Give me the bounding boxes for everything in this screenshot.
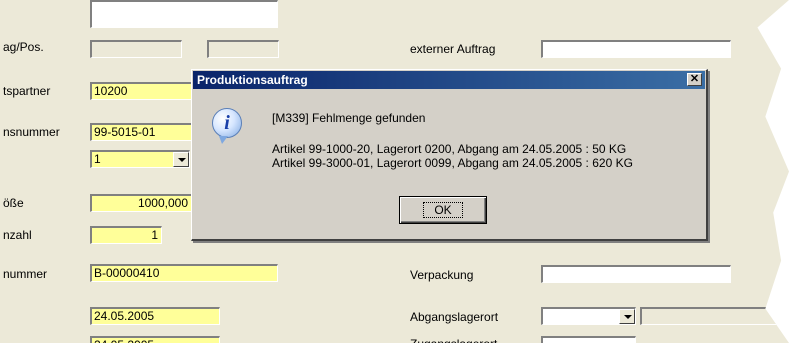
nummer1-input[interactable]: 99-5015-01 — [90, 123, 192, 141]
chevron-down-icon[interactable] — [619, 309, 635, 324]
ok-button[interactable]: OK — [399, 196, 487, 224]
dialog-title: Produktionsauftrag — [197, 73, 308, 87]
externer-auftrag-label: externer Auftrag — [410, 42, 496, 56]
close-icon[interactable]: ✕ — [687, 73, 702, 86]
date2-input[interactable]: 24.05.2005 — [90, 336, 220, 343]
abgangslagerort-desc — [640, 307, 780, 325]
verpackung-input[interactable] — [541, 265, 731, 283]
nummer2-input[interactable]: B-00000410 — [90, 264, 278, 282]
partner-input[interactable]: 10200 — [90, 82, 192, 100]
zugangslagerort-label: Zugangslagerort — [410, 337, 498, 351]
anzahl-input[interactable]: 1 — [90, 226, 162, 244]
groesse-input[interactable]: 1000,000 — [90, 194, 192, 212]
abgangslagerort-label: Abgangslagerort — [410, 310, 499, 324]
pos-field — [207, 40, 279, 58]
date1-input[interactable]: 24.05.2005 — [90, 307, 220, 325]
dialog-titlebar[interactable]: Produktionsauftrag ✕ — [193, 71, 705, 89]
abgangslagerort-select[interactable] — [541, 307, 636, 325]
zugangslagerort-select[interactable] — [541, 336, 636, 343]
combo1-value: 1 — [94, 152, 101, 166]
externer-auftrag-input[interactable] — [541, 40, 731, 58]
verpackung-label: Verpackung — [410, 268, 474, 282]
anzahl-label: nzahl — [3, 228, 32, 242]
top-field[interactable] — [90, 0, 278, 28]
message-code: [M339] Fehlmenge gefunden — [272, 111, 426, 125]
ok-button-label: OK — [423, 202, 463, 218]
partner-label: tspartner — [3, 84, 51, 98]
auftrag-pos-label: ag/Pos. — [3, 40, 44, 54]
message-line-2: Artikel 99-3000-01, Lagerort 0099, Abgan… — [272, 156, 633, 170]
nummer2-label: nummer — [3, 267, 48, 281]
chevron-down-icon[interactable] — [173, 152, 189, 167]
message-dialog: Produktionsauftrag ✕ i [M339] Fehlmenge … — [191, 69, 708, 241]
combo1-select[interactable]: 1 — [90, 150, 190, 168]
nummer1-label: nsnummer — [3, 125, 60, 139]
message-line-1: Artikel 99-1000-20, Lagerort 0200, Abgan… — [272, 142, 627, 156]
auftrag-field — [90, 40, 182, 58]
info-icon: i — [212, 108, 242, 144]
groesse-label: öße — [3, 196, 24, 210]
